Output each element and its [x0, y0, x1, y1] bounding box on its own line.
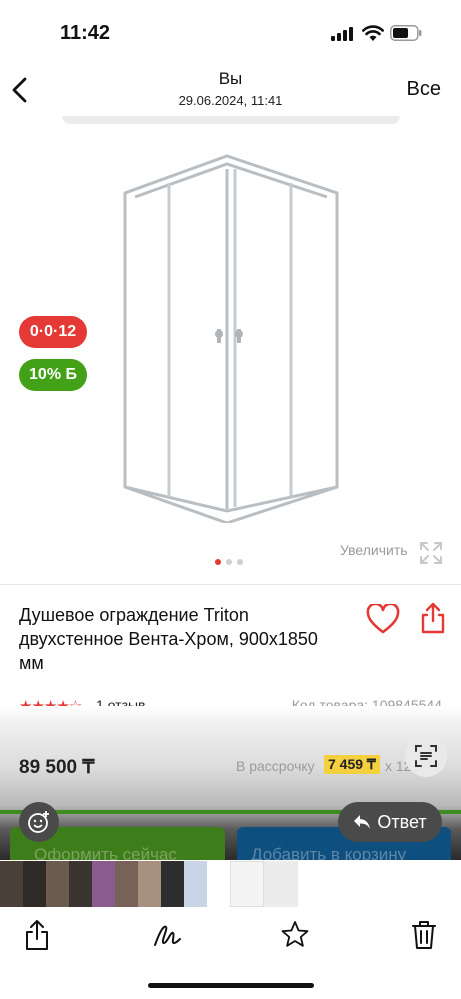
photo-content[interactable]: 0·0·12 10% Б Увеличить Душевое ограждени… [0, 116, 461, 860]
trash-icon[interactable] [409, 919, 439, 951]
reaction-button[interactable] [19, 802, 59, 842]
thumbnail[interactable] [207, 861, 230, 907]
share-icon[interactable] [22, 919, 52, 951]
status-bar: 11:42 [0, 0, 461, 62]
gallery-dot [226, 559, 232, 565]
product-price: 89 500 ₸ [19, 757, 95, 778]
gallery-dot [215, 559, 221, 565]
favorite-icon[interactable] [280, 919, 310, 951]
reply-label: Ответ [377, 811, 427, 832]
home-indicator [148, 983, 314, 988]
zoom-label[interactable]: Увеличить [340, 542, 408, 558]
live-text-button[interactable] [405, 735, 447, 777]
cellular-signal-icon [331, 27, 353, 41]
photo-header: Вы 29.06.2024, 11:41 Все [0, 62, 461, 116]
thumbnail[interactable] [184, 861, 207, 907]
thumbnail[interactable] [46, 861, 69, 907]
thumbnail[interactable] [161, 861, 184, 907]
gallery-dot [237, 559, 243, 565]
smiley-plus-icon [28, 811, 49, 833]
thumbnail[interactable] [92, 861, 115, 907]
bonus-badge: 10% Б [19, 359, 87, 391]
thumbnail[interactable] [264, 861, 298, 907]
gallery-dots [215, 559, 243, 565]
product-title: Душевое ограждение Triton двухстенное Ве… [19, 605, 318, 673]
thumbnail-selected[interactable] [230, 861, 264, 907]
installment-amount: 7 459 ₸ [324, 755, 380, 774]
share-icon[interactable] [420, 602, 446, 634]
thumbnail[interactable] [115, 861, 138, 907]
sender-name: Вы [218, 69, 243, 88]
installment-label: В рассрочку [236, 758, 315, 774]
heart-icon[interactable] [366, 604, 400, 634]
battery-icon [390, 25, 422, 41]
installment-badge: 0·0·12 [19, 316, 87, 348]
expand-icon[interactable] [419, 541, 443, 565]
thumbnail[interactable] [0, 861, 23, 907]
reply-arrow-icon [354, 815, 371, 829]
divider [0, 584, 461, 585]
status-time: 11:42 [60, 22, 111, 44]
reply-button[interactable]: Ответ [338, 802, 442, 842]
thumbnail[interactable] [138, 861, 161, 907]
all-photos-button[interactable]: Все [407, 78, 441, 101]
markup-icon[interactable] [152, 919, 182, 951]
thumbnail[interactable] [69, 861, 92, 907]
shower-enclosure-image [123, 154, 339, 523]
photo-viewer: 11:42 Вы 29.06.2024, 11:41 Все 0·0·12 10… [0, 0, 461, 999]
live-text-icon [415, 745, 437, 767]
sent-datetime: 29.06.2024, 11:41 [178, 93, 283, 108]
wifi-icon [362, 25, 384, 41]
thumbnail-strip[interactable] [0, 861, 461, 907]
thumbnail[interactable] [23, 861, 46, 907]
top-fade [62, 116, 400, 124]
